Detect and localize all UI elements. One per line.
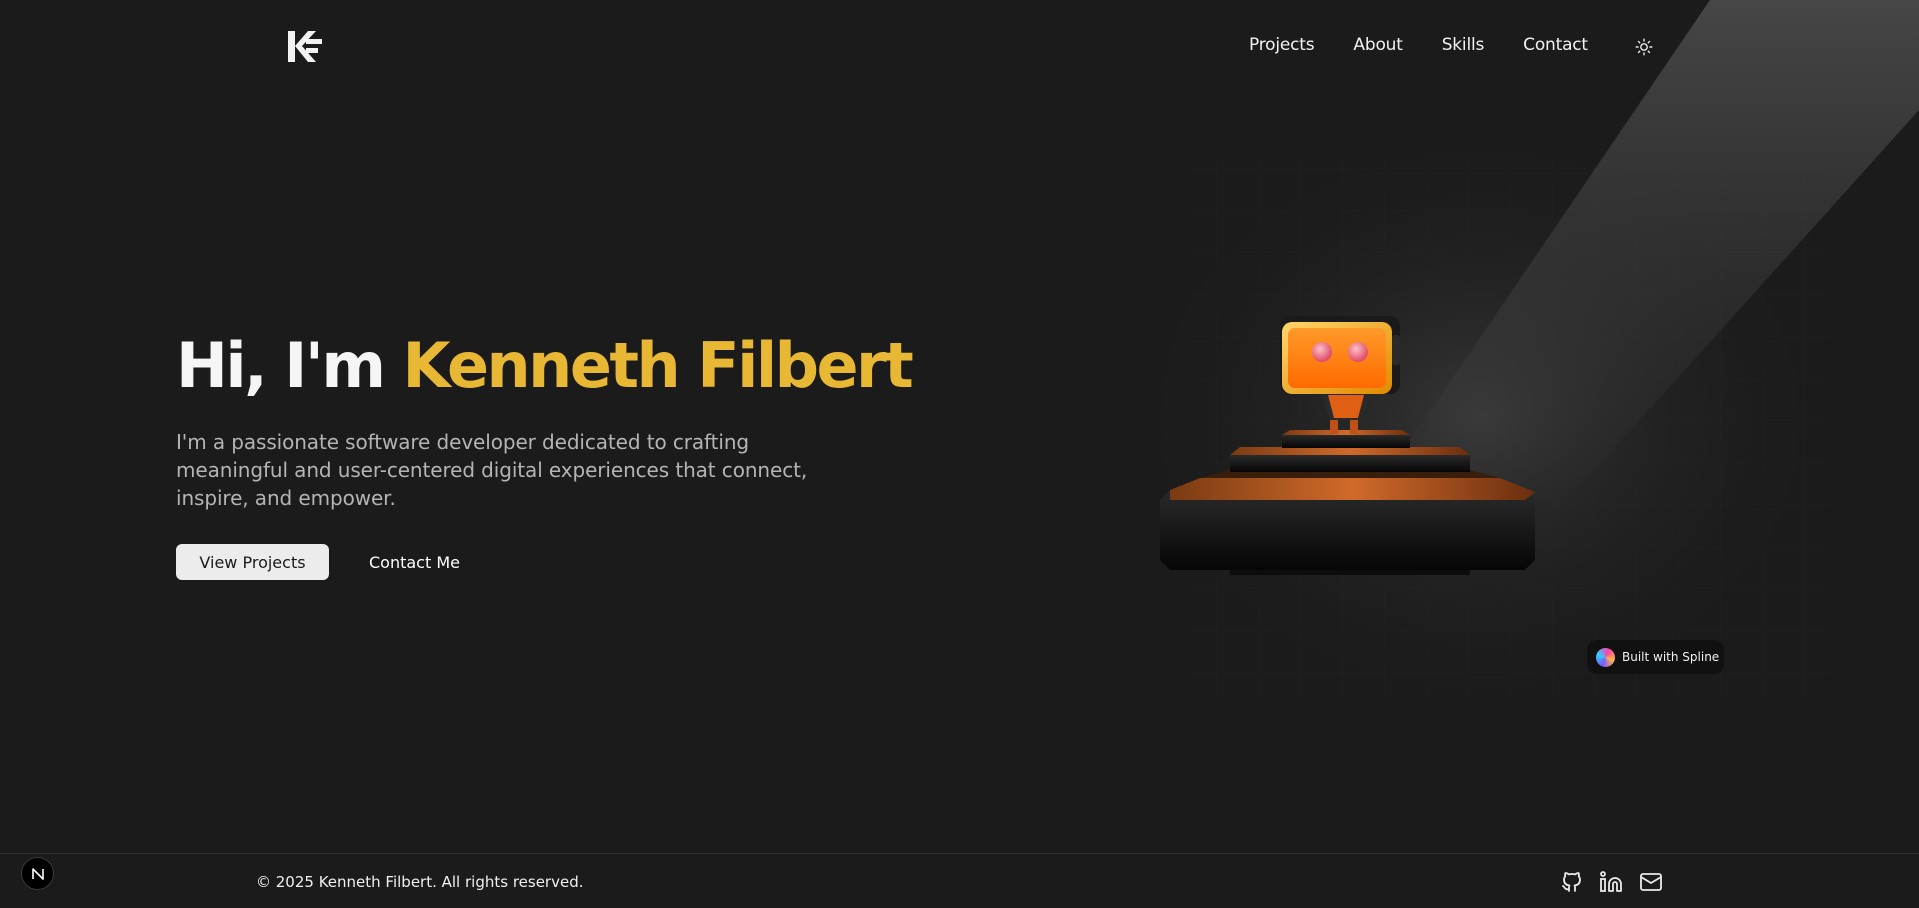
robot-scene[interactable] (1090, 0, 1919, 720)
page-root: Projects About Skills Contact Hi, I'm Ke… (0, 0, 1919, 908)
nav-about[interactable]: About (1353, 35, 1402, 55)
site-footer: © 2025 Kenneth Filbert. All rights reser… (0, 853, 1919, 908)
github-icon[interactable] (1560, 870, 1584, 894)
hero-title: Hi, I'm Kenneth Filbert (176, 326, 914, 406)
mail-icon[interactable] (1639, 870, 1663, 894)
copyright-text: © 2025 Kenneth Filbert. All rights reser… (256, 873, 584, 891)
spline-badge-label: Built with Spline (1622, 650, 1720, 664)
nextjs-dev-badge[interactable] (21, 857, 54, 890)
nav-contact[interactable]: Contact (1523, 35, 1588, 55)
nav-projects[interactable]: Projects (1249, 35, 1315, 55)
hero-name: Kenneth Filbert (402, 329, 914, 402)
nextjs-n-icon (31, 867, 44, 880)
main-nav: Projects About Skills Contact (1249, 35, 1588, 55)
contact-me-button[interactable]: Contact Me (357, 544, 472, 580)
spline-logo-icon (1596, 647, 1615, 667)
nav-skills[interactable]: Skills (1442, 35, 1485, 55)
logo-icon[interactable] (287, 28, 323, 64)
sun-icon[interactable] (1635, 38, 1653, 56)
hero-greeting: Hi, I'm (176, 329, 386, 402)
built-with-spline-badge[interactable]: Built with Spline (1587, 640, 1724, 674)
hero-section: Hi, I'm Kenneth Filbert I'm a passionate… (176, 326, 914, 580)
hero-actions: View Projects Contact Me (176, 544, 472, 580)
view-projects-button[interactable]: View Projects (176, 544, 329, 580)
hero-description: I'm a passionate software developer dedi… (176, 430, 808, 510)
site-header: Projects About Skills Contact (0, 0, 1919, 92)
linkedin-icon[interactable] (1599, 870, 1623, 894)
